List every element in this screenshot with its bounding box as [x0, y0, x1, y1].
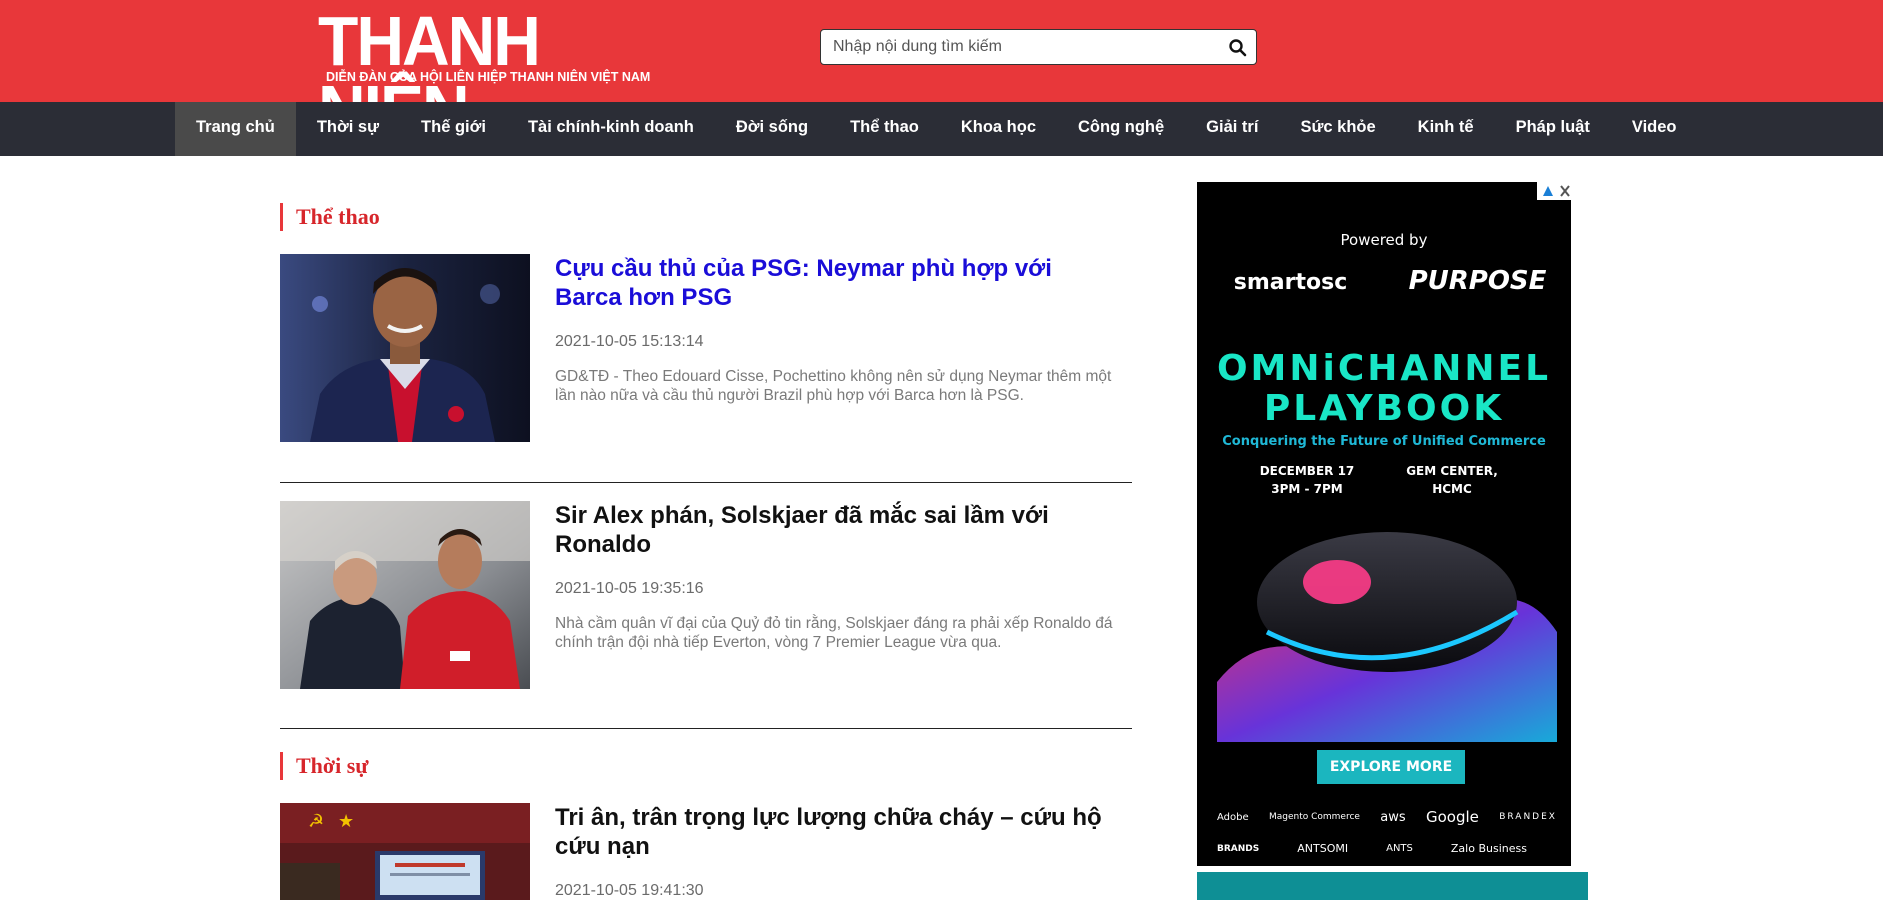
ad-choices-icon	[1543, 186, 1553, 196]
search-input[interactable]	[833, 30, 1213, 64]
site-header: THANH NIÊN DIỄN ĐÀN CỦA HỘI LIÊN HIỆP TH…	[0, 0, 1883, 145]
nav-item-the-thao[interactable]: Thể thao	[829, 102, 940, 156]
ad-date-line-1: DECEMBER 17	[1259, 464, 1355, 478]
ad-explore-more-button[interactable]: EXPLORE MORE	[1317, 750, 1465, 784]
search-box	[820, 29, 1257, 65]
nav-item-trang-chu[interactable]: Trang chủ	[175, 102, 296, 156]
sidebar-advertisement[interactable]: Powered by smartosc PURPOSE OMNiCHANNEL …	[1197, 182, 1571, 866]
article-card: Sir Alex phán, Solskjaer đã mắc sai lầm …	[280, 501, 1132, 691]
partner-logo: BRANDEX	[1499, 812, 1557, 822]
article-summary: Nhà cầm quân vĩ đại của Quỷ đỏ tin rằng,…	[555, 615, 1113, 651]
svg-text:☭: ☭	[308, 811, 324, 832]
nav-item-khoa-hoc[interactable]: Khoa học	[940, 102, 1057, 156]
ad-headline-playbook: PLAYBOOK	[1263, 388, 1505, 429]
nav-item-kinh-te[interactable]: Kinh tế	[1397, 102, 1495, 156]
nav-items: Trang chủ Thời sự Thế giới Tài chính-kin…	[175, 102, 1698, 156]
partner-logo: ANTS	[1386, 843, 1413, 854]
ad-choices-badge[interactable]	[1537, 182, 1571, 200]
partner-logo: Adobe	[1217, 811, 1249, 823]
nav-item-the-gioi[interactable]: Thế giới	[400, 102, 507, 156]
article-card: ☭ ★ Tri ân, trân trọng lực lượng chữa ch…	[280, 803, 1132, 900]
nav-item-doi-song[interactable]: Đời sống	[715, 102, 829, 156]
partner-logo: aws	[1380, 809, 1406, 825]
partner-logo: ANTSOMI	[1297, 842, 1349, 855]
ad-date-line-2: 3PM - 7PM	[1271, 482, 1343, 496]
ad-partners-row-1: Adobe Magento Commerce aws Google BRANDE…	[1217, 808, 1557, 826]
nav-item-video[interactable]: Video	[1611, 102, 1698, 156]
nav-item-giai-tri[interactable]: Giải trí	[1185, 102, 1279, 156]
ad-mouse-illustration	[1217, 532, 1557, 742]
article-summary: GD&TĐ - Theo Edouard Cisse, Pochettino k…	[555, 368, 1112, 404]
nav-item-phap-luat[interactable]: Pháp luật	[1495, 102, 1611, 156]
partner-logo: BRANDS	[1217, 843, 1260, 854]
ad-headline-omnichannel: OMNiCHANNEL	[1216, 348, 1552, 389]
ad-powered-by: Powered by	[1340, 231, 1428, 249]
article-title[interactable]: Cựu cầu thủ của PSG: Neymar phù hợp với …	[555, 254, 1125, 312]
article-divider	[280, 482, 1132, 483]
article-thumbnail[interactable]: ☭ ★	[280, 803, 530, 900]
svg-text:★: ★	[338, 811, 354, 832]
section-title-thoi-su[interactable]: Thời sự	[280, 752, 368, 780]
logo-tagline: DIỄN ĐÀN CỦA HỘI LIÊN HIỆP THANH NIÊN VI…	[326, 70, 651, 84]
search-icon[interactable]	[1228, 38, 1248, 58]
nav-item-thoi-su[interactable]: Thời sự	[296, 102, 400, 156]
article-date: 2021-10-05 19:35:16	[555, 580, 704, 597]
ad-brand-smartosc: smartosc	[1233, 270, 1348, 295]
article-thumbnail[interactable]	[280, 254, 530, 442]
article-thumbnail[interactable]	[280, 501, 530, 689]
sidebar-widget-header	[1197, 872, 1588, 900]
partner-logo: Magento Commerce	[1268, 812, 1360, 822]
article-title[interactable]: Tri ân, trân trọng lực lượng chữa cháy –…	[555, 803, 1125, 861]
main-nav: Trang chủ Thời sự Thế giới Tài chính-kin…	[0, 102, 1883, 156]
ad-tagline: Conquering the Future of Unified Commerc…	[1222, 434, 1546, 449]
nav-item-cong-nghe[interactable]: Công nghệ	[1057, 102, 1185, 156]
ad-brand-purpose: PURPOSE	[1408, 266, 1547, 296]
nav-item-tai-chinh-kinh-doanh[interactable]: Tài chính-kinh doanh	[507, 102, 715, 156]
article-date: 2021-10-05 19:41:30	[555, 882, 704, 899]
article-title[interactable]: Sir Alex phán, Solskjaer đã mắc sai lầm …	[555, 501, 1125, 559]
ad-venue-line-2: HCMC	[1432, 482, 1472, 496]
partner-logo: Zalo Business	[1450, 842, 1527, 855]
partner-logo: Google	[1425, 808, 1479, 826]
ad-partners-row-2: BRANDS ANTSOMI ANTS Zalo Business	[1217, 842, 1527, 855]
nav-item-suc-khoe[interactable]: Sức khỏe	[1279, 102, 1396, 156]
article-divider	[280, 728, 1132, 729]
section-title-the-thao[interactable]: Thể thao	[280, 203, 380, 231]
article-card: Cựu cầu thủ của PSG: Neymar phù hợp với …	[280, 254, 1132, 444]
site-logo[interactable]: THANH NIÊN DIỄN ĐÀN CỦA HỘI LIÊN HIỆP TH…	[318, 6, 650, 145]
article-date: 2021-10-05 15:13:14	[555, 333, 704, 350]
ad-venue-line-1: GEM CENTER,	[1406, 464, 1498, 478]
